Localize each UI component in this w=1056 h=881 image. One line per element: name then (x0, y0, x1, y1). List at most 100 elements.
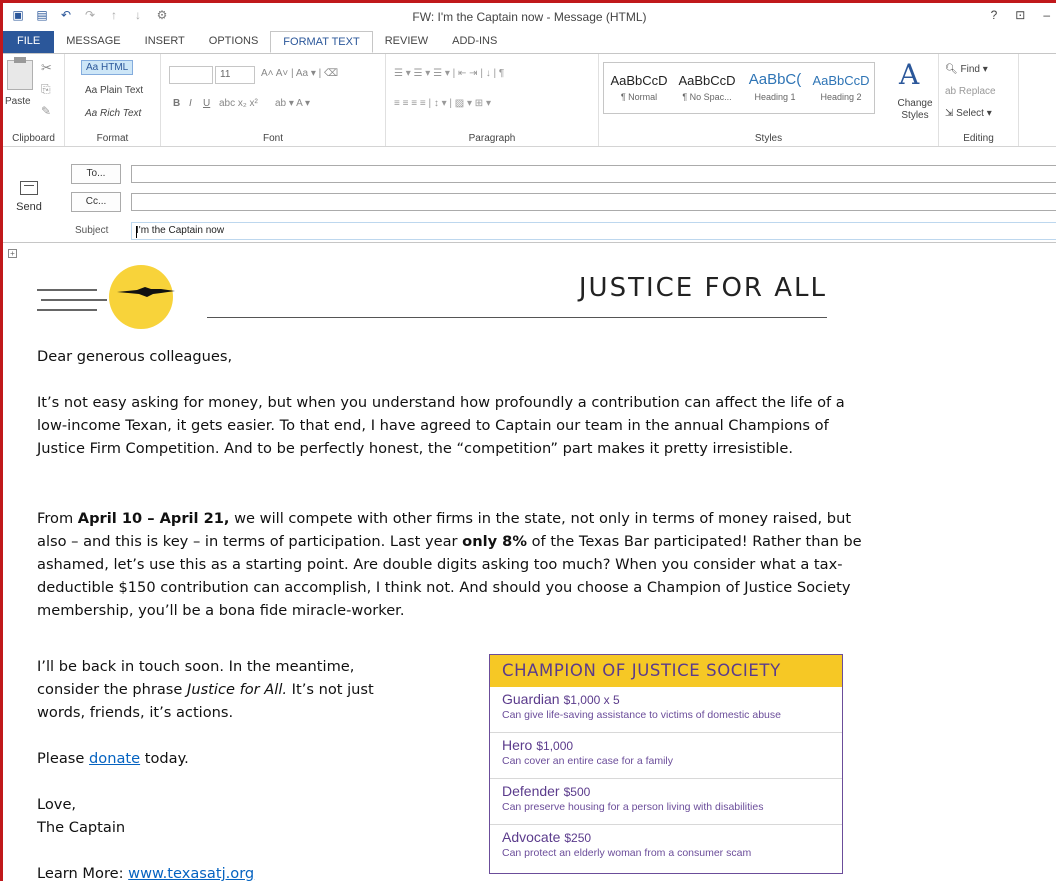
window-title: FW: I'm the Captain now - Message (HTML) (412, 10, 647, 24)
cut-icon[interactable]: ✂ (41, 60, 52, 76)
style-sample: AaBbCcD (812, 73, 870, 88)
ribbon: Paste ✂ ⎘ ✎ Clipboard Aa HTML Aa Plain T… (3, 53, 1056, 147)
style-heading-1[interactable]: AaBbC( Heading 1 (742, 67, 808, 111)
tab-file[interactable]: FILE (3, 31, 55, 53)
tier-amount: $1,000 (536, 739, 574, 753)
bold-icon[interactable]: B (173, 98, 180, 109)
outlook-window: ▣ ▤ ↶ ↷ ↑ ↓ ⚙ FW: I'm the Captain now - … (0, 0, 1056, 881)
styles-group: AaBbCcD ¶ Normal AaBbCcD ¶ No Spac... Aa… (599, 54, 939, 146)
tab-review[interactable]: REVIEW (373, 31, 440, 53)
rich-text-format-button[interactable]: Aa Rich Text (85, 108, 141, 119)
send-button[interactable]: Send (9, 167, 49, 227)
font-size-combo[interactable]: 11 (215, 66, 255, 84)
tier-name: Advocate (502, 829, 561, 845)
replace-button[interactable]: ab Replace (945, 86, 996, 97)
find-button[interactable]: 🔍︎ Find ▾ (945, 64, 988, 75)
p4-text: Please (37, 750, 89, 767)
donate-link[interactable]: donate (89, 750, 140, 767)
banner-stripe (37, 309, 97, 311)
tab-format-text[interactable]: FORMAT TEXT (270, 31, 373, 53)
tab-insert[interactable]: INSERT (133, 31, 197, 53)
to-button[interactable]: To... (71, 164, 121, 184)
cc-field[interactable] (131, 193, 1056, 211)
banner-title: JUSTICE FOR ALL (578, 273, 827, 303)
change-styles-icon[interactable]: A (899, 58, 919, 91)
paragraph-group: ☰ ▾ ☰ ▾ ☰ ▾ | ⇤ ⇥ | ↓ | ¶ ≡ ≡ ≡ ≡ | ↕ ▾ … (386, 54, 599, 146)
styles-group-label: Styles (754, 133, 783, 144)
banner-rule (207, 317, 827, 318)
learn-more-label: Learn More: (37, 865, 129, 881)
underline-icon[interactable]: U (203, 98, 210, 109)
subject-field[interactable]: I'm the Captain now (131, 222, 1056, 240)
compose-header: Send To... Cc... Subject I'm the Captain… (3, 147, 1056, 243)
title-bar: ▣ ▤ ↶ ↷ ↑ ↓ ⚙ FW: I'm the Captain now - … (3, 3, 1056, 31)
tab-message[interactable]: MESSAGE (54, 31, 132, 53)
paragraph-group-label: Paragraph (468, 133, 516, 144)
highlight-font-color-icons[interactable]: ab ▾ A ▾ (275, 98, 310, 109)
p2-text: From (37, 510, 78, 527)
editing-group: 🔍︎ Find ▾ ab Replace ⇲ Select ▾ Editing (939, 54, 1019, 146)
style-sample: AaBbC( (748, 71, 802, 88)
greeting: Dear generous colleagues, (37, 348, 233, 365)
tier-defender: Defender $500 Can preserve housing for a … (490, 779, 842, 825)
paragraph-3: I’ll be back in touch soon. In the meant… (37, 655, 407, 724)
style-name: Heading 2 (820, 92, 862, 102)
tab-add-ins[interactable]: ADD-INS (440, 31, 509, 53)
style-normal[interactable]: AaBbCcD ¶ Normal (606, 67, 672, 111)
paragraph-1: It’s not easy asking for money, but when… (37, 394, 845, 457)
style-name: Heading 1 (754, 92, 796, 102)
ribbon-tabs: FILE MESSAGE INSERT OPTIONS FORMAT TEXT … (3, 31, 1056, 53)
paste-icon[interactable] (7, 57, 33, 90)
paste-button[interactable]: Paste (5, 96, 31, 107)
plain-text-format-button[interactable]: Aa Plain Text (85, 85, 143, 96)
tier-description: Can give life-saving assistance to victi… (502, 709, 781, 721)
cc-button[interactable]: Cc... (71, 192, 121, 212)
tier-amount: $250 (564, 831, 592, 845)
find-icon: 🔍︎ (945, 64, 961, 75)
style-no-spacing[interactable]: AaBbCcD ¶ No Spac... (674, 67, 740, 111)
tier-description: Can protect an elderly woman from a cons… (502, 847, 752, 859)
grow-font-icon[interactable]: A˄ A˅ | Aa ▾ | ⌫ (261, 68, 338, 79)
style-name: ¶ Normal (620, 92, 658, 102)
style-sample: AaBbCcD (678, 73, 736, 88)
subject-label: Subject (75, 225, 109, 236)
message-body[interactable]: + JUSTICE FOR ALL Dear generous colleagu… (3, 245, 1056, 881)
select-button[interactable]: ⇲ Select ▾ (945, 108, 992, 119)
clipboard-group-label: Clipboard (12, 133, 55, 144)
send-icon (20, 181, 38, 195)
banner-stripe (41, 299, 107, 301)
banner: JUSTICE FOR ALL (37, 259, 827, 329)
select-label: Select (956, 108, 984, 119)
format-painter-icon[interactable]: ✎ (41, 104, 51, 118)
help-button[interactable]: ? (991, 8, 998, 22)
table-move-handle-icon[interactable]: + (8, 249, 17, 258)
change-styles-button[interactable]: Change Styles (895, 98, 935, 122)
list-indent-icons[interactable]: ☰ ▾ ☰ ▾ ☰ ▾ | ⇤ ⇥ | ↓ | ¶ (394, 68, 504, 79)
ribbon-display-button[interactable]: ⊡ (1015, 8, 1025, 22)
font-name-combo[interactable] (169, 66, 213, 84)
society-title: CHAMPION OF JUSTICE SOCIETY (490, 655, 842, 687)
style-heading-2[interactable]: AaBbCcD Heading 2 (808, 67, 874, 111)
society-card: CHAMPION OF JUSTICE SOCIETY Guardian $1,0… (489, 654, 843, 874)
p2-dates: April 10 – April 21, (77, 510, 230, 527)
tier-description: Can cover an entire case for a family (502, 755, 673, 767)
to-field[interactable] (131, 165, 1056, 183)
website-link[interactable]: www.texasatj.org (128, 865, 254, 881)
strike-sub-super-icons[interactable]: abc x₂ x² (219, 98, 258, 109)
minimize-button[interactable]: – (1043, 8, 1050, 22)
font-group: 11 A˄ A˅ | Aa ▾ | ⌫ B I U abc x₂ x² ab ▾… (161, 54, 386, 146)
clipboard-group: Paste ✂ ⎘ ✎ Clipboard (3, 54, 65, 146)
tier-amount: $1,000 x 5 (563, 693, 620, 707)
tab-options[interactable]: OPTIONS (197, 31, 271, 53)
styles-gallery: AaBbCcD ¶ Normal AaBbCcD ¶ No Spac... Aa… (603, 62, 875, 114)
tier-advocate: Advocate $250 Can protect an elderly woma… (490, 825, 842, 871)
font-group-label: Font (262, 133, 283, 144)
style-name: ¶ No Spac... (682, 92, 732, 102)
copy-icon[interactable]: ⎘ (41, 82, 51, 97)
align-spacing-icons[interactable]: ≡ ≡ ≡ ≡ | ↕ ▾ | ▨ ▾ ⊞ ▾ (394, 98, 491, 109)
tier-name: Guardian (502, 691, 560, 707)
format-group: Aa HTML Aa Plain Text Aa Rich Text Forma… (65, 54, 161, 146)
html-format-button[interactable]: Aa HTML (81, 60, 134, 75)
tier-name: Hero (502, 737, 533, 753)
italic-icon[interactable]: I (189, 98, 192, 109)
